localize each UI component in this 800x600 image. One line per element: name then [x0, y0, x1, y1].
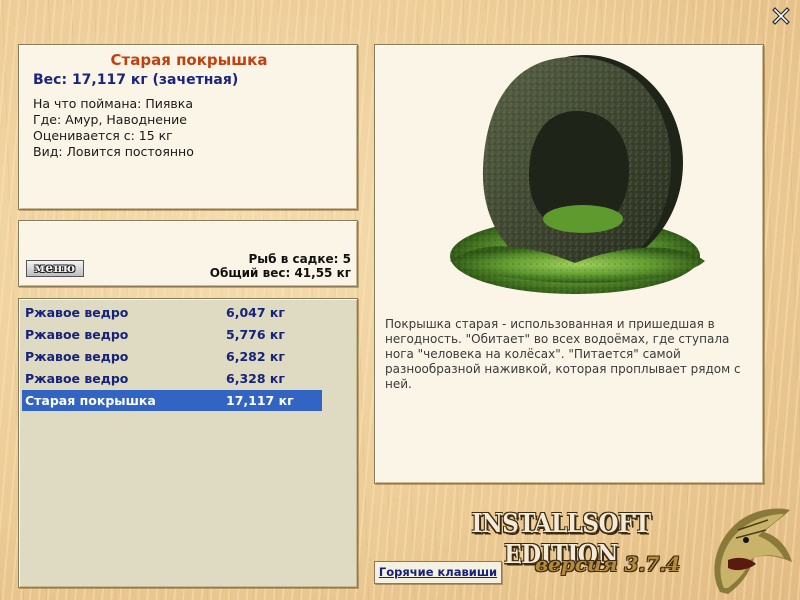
old-tire-image [450, 55, 705, 294]
list-item[interactable]: Ржавое ведро 5,776 кг [22, 324, 322, 345]
catch-title: Старая покрышка [110, 51, 268, 69]
catch-description: Покрышка старая - использованная и прише… [385, 317, 741, 391]
list-item-name: Ржавое ведро [25, 305, 129, 320]
catch-bait: На что поймана: Пиявка [33, 96, 193, 111]
version-label: версия 3.7.4 [535, 552, 681, 576]
catch-weight: Вес: 17,117 кг (зачетная) [33, 72, 239, 88]
list-item[interactable]: Ржавое ведро 6,328 кг [22, 368, 322, 389]
list-item-name: Ржавое ведро [25, 349, 129, 364]
keepnet-fish-count: Рыб в садке: 5 [248, 252, 352, 266]
keepnet-total-weight: Общий вес: 41,55 кг [209, 266, 351, 280]
list-item-selected[interactable]: Старая покрышка 17,117 кг [22, 390, 322, 411]
catch-info-panel: Старая покрышка Вес: 17,117 кг (зачетная… [18, 44, 358, 210]
list-item-name: Старая покрышка [25, 393, 156, 408]
keepnet-summary-panel: меню Рыб в садке: 5 Общий вес: 41,55 кг [18, 220, 358, 287]
pike-fish-icon [714, 508, 792, 594]
list-item-weight: 6,047 кг [226, 305, 285, 320]
list-item-weight: 5,776 кг [226, 327, 285, 342]
list-item-weight: 6,282 кг [226, 349, 285, 364]
list-item-name: Ржавое ведро [25, 327, 129, 342]
hotkeys-button[interactable]: Горячие клавиши [374, 561, 502, 584]
list-item-name: Ржавое ведро [25, 371, 129, 386]
close-icon [772, 7, 790, 25]
keepnet-list: Ржавое ведро 6,047 кг Ржавое ведро 5,776… [18, 298, 358, 588]
catch-kind: Вид: Ловится постоянно [33, 144, 194, 159]
close-button[interactable] [771, 6, 791, 26]
menu-button[interactable]: меню [26, 260, 84, 277]
catch-valued-from: Оценивается с: 15 кг [33, 128, 173, 143]
list-item[interactable]: Ржавое ведро 6,282 кг [22, 346, 322, 367]
list-item[interactable]: Ржавое ведро 6,047 кг [22, 302, 322, 323]
catch-location: Где: Амур, Наводнение [33, 112, 187, 127]
catch-preview-panel: Покрышка старая - использованная и прише… [374, 44, 764, 484]
list-item-weight: 6,328 кг [226, 371, 285, 386]
list-item-weight: 17,117 кг [226, 393, 294, 408]
